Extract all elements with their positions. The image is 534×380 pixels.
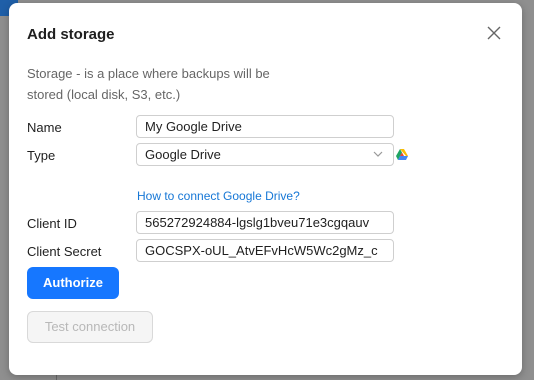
close-icon xyxy=(487,26,501,40)
type-select[interactable]: Google Drive xyxy=(136,143,394,166)
client-id-input[interactable]: 565272924884-lgslg1bveu71e3cgqauv xyxy=(136,211,394,234)
name-label: Name xyxy=(27,120,62,135)
client-id-label: Client ID xyxy=(27,216,77,231)
close-button[interactable] xyxy=(484,23,504,43)
client-secret-label: Client Secret xyxy=(27,244,102,259)
type-label: Type xyxy=(27,148,56,163)
client-secret-input[interactable]: GOCSPX-oUL_AtvEFvHcW5Wc2gMz_c xyxy=(136,239,394,262)
google-drive-help-link[interactable]: How to connect Google Drive? xyxy=(137,189,300,203)
type-select-value: Google Drive xyxy=(145,147,221,162)
name-input[interactable]: My Google Drive xyxy=(136,115,394,138)
google-drive-icon xyxy=(396,149,408,160)
add-storage-dialog: Add storage Storage - is a place where b… xyxy=(9,3,522,375)
test-connection-button: Test connection xyxy=(27,311,153,343)
chevron-down-icon xyxy=(373,151,383,157)
dialog-title: Add storage xyxy=(27,26,115,43)
dialog-description: Storage - is a place where backups will … xyxy=(27,66,270,102)
authorize-button[interactable]: Authorize xyxy=(27,267,119,299)
